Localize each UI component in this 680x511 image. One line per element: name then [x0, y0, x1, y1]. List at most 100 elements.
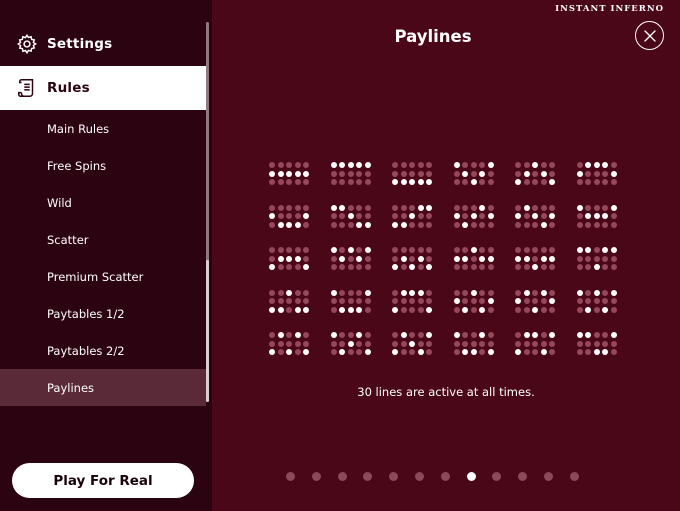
payline-dot [347, 221, 354, 228]
payline-dot [356, 289, 363, 296]
payline-dot [487, 179, 494, 186]
payline-dot [523, 306, 530, 313]
payline-pattern [453, 247, 502, 283]
payline-dot [277, 289, 284, 296]
payline-dot [356, 179, 363, 186]
play-for-real-button[interactable]: Play For Real [12, 463, 194, 498]
payline-dot [339, 298, 346, 305]
payline-dot [540, 306, 547, 313]
payline-dot [392, 332, 398, 338]
payline-dot [364, 204, 371, 211]
payline-dot [426, 247, 433, 253]
payline-dot [540, 247, 547, 253]
payline-dot [487, 349, 494, 356]
payline-dot [602, 170, 609, 177]
page-indicator-dot[interactable] [544, 472, 553, 481]
payline-dot [549, 255, 556, 262]
payline-dot [462, 179, 469, 186]
payline-dot [330, 264, 337, 271]
payline-dot [487, 170, 494, 177]
nav-item-label: Paytables 2/2 [47, 343, 125, 358]
page-indicator-dot[interactable] [363, 472, 373, 481]
payline-dot [417, 264, 424, 271]
nav-item-wild[interactable]: Wild [0, 184, 206, 221]
payline-dot [585, 170, 592, 177]
payline-dot [286, 340, 293, 347]
page-indicator-dot[interactable] [569, 472, 579, 481]
payline-dot [532, 247, 539, 253]
payline-dot [339, 306, 346, 313]
payline-dot [593, 298, 600, 305]
payline-dot [462, 170, 469, 177]
payline-dot [487, 213, 494, 220]
payline-dot [294, 255, 301, 262]
payline-dot [576, 306, 583, 313]
page-indicator-dot[interactable] [518, 472, 528, 481]
nav-item-paylines[interactable]: Paylines [0, 369, 206, 406]
payline-dot [392, 247, 398, 253]
payline-dot [339, 247, 346, 253]
payline-dot [549, 221, 556, 228]
payline-dot [610, 170, 617, 177]
payline-dot [515, 179, 521, 186]
payline-dot [409, 332, 416, 338]
payline-dot [417, 162, 424, 168]
payline-dot [277, 298, 284, 305]
nav-item-premium-scatter[interactable]: Premium Scatter [0, 258, 206, 295]
nav-item-free-spins[interactable]: Free Spins [0, 147, 206, 184]
payline-dot [576, 179, 583, 186]
nav-item-main-rules[interactable]: Main Rules [0, 110, 206, 147]
main-panel: INSTANT INFERNO Paylines 30 lines are ac… [212, 0, 680, 511]
page-indicator-dot[interactable] [492, 472, 502, 481]
payline-dot [487, 264, 494, 271]
payline-dot [392, 340, 398, 347]
settings-menu-item[interactable]: Settings [0, 22, 206, 66]
payline-dot [479, 332, 486, 338]
payline-dot [294, 179, 301, 186]
nav-item-paytables-2[interactable]: Paytables 2/2 [0, 332, 206, 369]
payline-dot [487, 340, 494, 347]
payline-dot [593, 264, 600, 271]
payline-dot [593, 306, 600, 313]
payline-dot [356, 213, 363, 220]
page-indicator-dot[interactable] [440, 472, 450, 481]
payline-dot [294, 306, 301, 313]
paylines-caption: 30 lines are active at all times. [357, 385, 535, 399]
payline-dot [453, 204, 460, 211]
payline-pattern [330, 204, 379, 241]
page-indicator-dot[interactable] [415, 472, 424, 481]
payline-dot [330, 306, 337, 313]
scrollbar-thumb[interactable] [206, 260, 209, 402]
nav-item-paytables-1[interactable]: Paytables 1/2 [0, 295, 206, 332]
payline-dot [549, 170, 556, 177]
page-indicator-dot[interactable] [286, 472, 295, 481]
rules-menu-item[interactable]: Rules [0, 66, 206, 110]
page-indicator-dot[interactable] [337, 472, 347, 481]
nav-item-scatter[interactable]: Scatter [0, 221, 206, 258]
payline-dot [540, 349, 547, 356]
page-indicator-dot[interactable] [311, 472, 321, 481]
payline-dot [453, 289, 460, 296]
payline-dot [356, 221, 363, 228]
gear-icon [16, 33, 37, 55]
payline-dot [356, 306, 363, 313]
payline-dot [286, 179, 293, 186]
payline-dot [576, 247, 583, 253]
payline-dot [602, 255, 609, 262]
payline-dot [356, 349, 363, 356]
close-button[interactable] [635, 21, 664, 50]
payline-pattern [576, 332, 625, 368]
payline-dot [532, 162, 539, 168]
page-indicator-dot[interactable] [389, 472, 399, 481]
payline-dot [356, 255, 363, 262]
sidebar-scrollbar[interactable] [206, 22, 209, 402]
payline-dot [576, 298, 583, 305]
payline-dot [347, 298, 354, 305]
page-indicator-dot[interactable] [466, 472, 476, 481]
payline-dot [549, 213, 556, 220]
payline-dot [523, 340, 530, 347]
payline-dot [462, 247, 469, 253]
payline-dot [294, 332, 301, 338]
nav-item-label: Free Spins [47, 158, 107, 173]
payline-dot [610, 264, 617, 271]
